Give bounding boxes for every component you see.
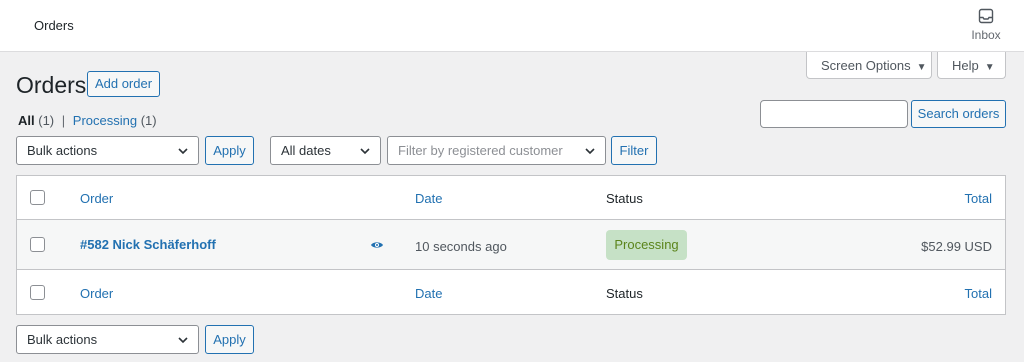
customer-filter-placeholder: Filter by registered customer [398, 143, 563, 158]
inbox-button[interactable]: Inbox [970, 8, 1002, 42]
top-bar: Orders Inbox [0, 0, 1024, 52]
topbar-title: Orders [34, 18, 74, 33]
dates-select[interactable]: All dates [270, 136, 381, 165]
order-date: 10 seconds ago [415, 239, 507, 254]
dates-value: All dates [281, 143, 331, 158]
table-header-row: Order Date Status Total [17, 176, 1005, 220]
column-date-header[interactable]: Date [415, 191, 442, 206]
order-link[interactable]: #582 Nick Schäferhoff [80, 237, 216, 252]
screen-options-button[interactable]: Screen Options ▼ [806, 52, 932, 79]
orders-table: Order Date Status Total #582 Nick Schäfe… [16, 175, 1006, 315]
table-row[interactable]: #582 Nick Schäferhoff 10 seconds ago Pro… [17, 220, 1005, 270]
chevron-down-icon [360, 148, 370, 155]
bulk-actions-value-bottom: Bulk actions [27, 332, 98, 347]
inbox-label: Inbox [971, 28, 1001, 42]
search-orders-button[interactable]: Search orders [911, 100, 1006, 128]
bulk-actions-select[interactable]: Bulk actions [16, 136, 199, 165]
order-total: $52.99 USD [921, 239, 992, 254]
view-all-count: (1) [38, 113, 55, 128]
bulk-actions-value: Bulk actions [27, 143, 98, 158]
view-processing-link[interactable]: Processing [73, 113, 137, 128]
filter-button[interactable]: Filter [611, 136, 657, 165]
customer-filter-select[interactable]: Filter by registered customer [387, 136, 606, 165]
preview-eye-icon[interactable] [370, 238, 384, 252]
chevron-down-icon [178, 337, 188, 344]
view-processing-count: (1) [140, 113, 157, 128]
caret-down-icon: ▼ [916, 62, 927, 73]
row-checkbox[interactable] [30, 237, 45, 252]
help-button[interactable]: Help ▼ [937, 52, 1006, 79]
apply-button[interactable]: Apply [205, 136, 254, 165]
column-order-header[interactable]: Order [80, 191, 113, 206]
column-status-footer: Status [606, 286, 643, 301]
column-order-footer[interactable]: Order [80, 286, 113, 301]
screen-options-label: Screen Options [821, 58, 911, 73]
select-all-checkbox[interactable] [30, 190, 45, 205]
view-all-link[interactable]: All [18, 113, 35, 128]
search-input[interactable] [760, 100, 908, 128]
page-title: Orders [16, 72, 87, 98]
column-total-header[interactable]: Total [965, 191, 992, 206]
help-label: Help [952, 58, 979, 73]
add-order-button[interactable]: Add order [87, 71, 160, 97]
inbox-icon [978, 8, 994, 24]
column-status-header: Status [606, 191, 643, 206]
bulk-actions-select-bottom[interactable]: Bulk actions [16, 325, 199, 354]
chevron-down-icon [178, 148, 188, 155]
caret-down-icon: ▼ [984, 62, 995, 73]
status-views: All (1) | Processing (1) [18, 113, 157, 128]
view-separator: | [61, 113, 66, 128]
status-badge: Processing [606, 230, 687, 260]
select-all-checkbox-footer[interactable] [30, 285, 45, 300]
apply-button-bottom[interactable]: Apply [205, 325, 254, 354]
chevron-down-icon [585, 148, 595, 155]
column-date-footer[interactable]: Date [415, 286, 442, 301]
column-total-footer[interactable]: Total [965, 286, 992, 301]
table-footer-row: Order Date Status Total [17, 270, 1005, 314]
